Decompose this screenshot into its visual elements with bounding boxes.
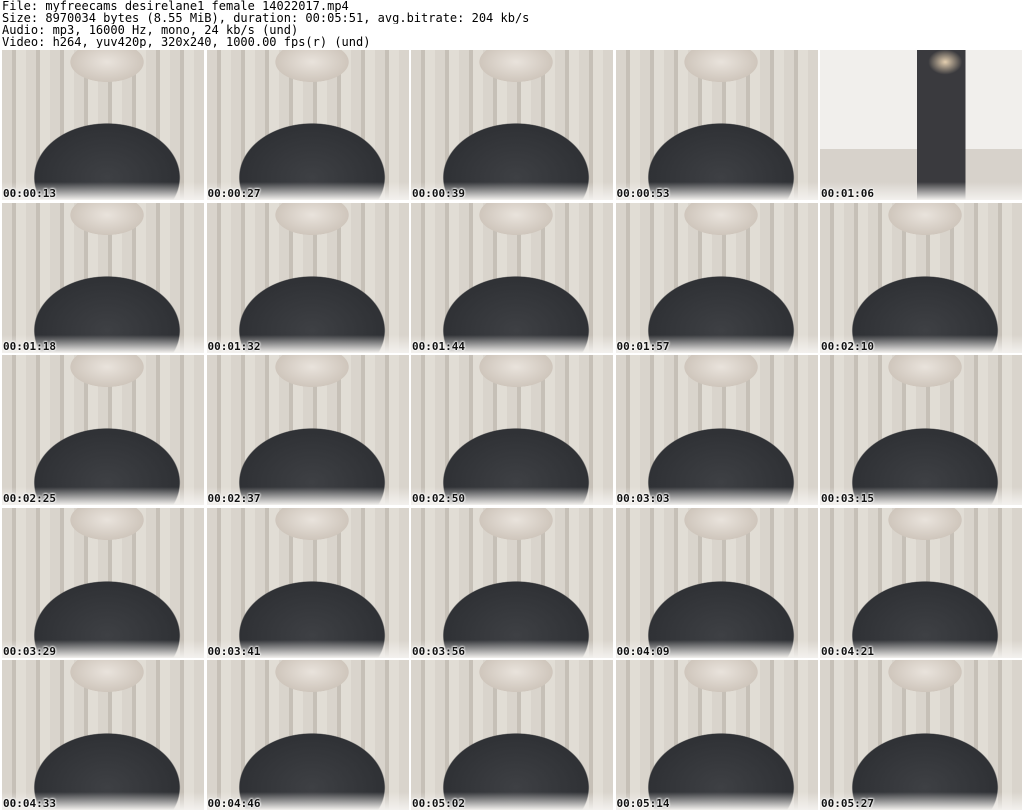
thumbnail-frame: 00:03:56 (411, 507, 613, 658)
thumbnail-grid: 00:00:13 00:00:27 00:00:39 00:00:53 00:0… (2, 50, 1022, 810)
thumbnail-frame: 00:03:03 (615, 355, 818, 505)
frame-timestamp: 00:00:27 (207, 187, 261, 200)
thumbnail-frame: 00:00:13 (2, 50, 204, 200)
frame-timestamp: 00:04:09 (616, 644, 670, 658)
frame-timestamp: 00:02:10 (821, 339, 874, 353)
frame-timestamp: 00:05:14 (616, 797, 670, 810)
thumbnail-frame: 00:02:50 (411, 355, 613, 505)
frame-timestamp: 00:02:37 (207, 492, 261, 505)
frame-timestamp: 00:01:44 (412, 339, 465, 353)
frame-timestamp: 00:01:06 (821, 187, 874, 200)
frame-timestamp: 00:05:02 (412, 797, 465, 810)
frame-timestamp: 00:04:33 (3, 797, 56, 810)
thumbnail-frame: 00:01:06 (820, 50, 1022, 200)
thumbnail-frame: 00:00:27 (206, 50, 409, 200)
frame-timestamp: 00:03:56 (412, 644, 465, 658)
thumbnail-frame: 00:05:14 (615, 660, 818, 810)
thumbnail-frame: 00:01:44 (411, 202, 613, 353)
thumbnail-frame: 00:01:32 (206, 202, 409, 353)
frame-timestamp: 00:04:21 (821, 644, 874, 658)
thumbnail-frame: 00:00:39 (411, 50, 613, 200)
thumbnail-frame: 00:04:46 (206, 660, 409, 810)
thumbnail-frame: 00:02:10 (820, 202, 1022, 353)
thumbnail-frame: 00:05:02 (411, 660, 613, 810)
thumbnail-frame: 00:04:21 (820, 507, 1022, 658)
audio-info-line: Audio: mp3, 16000 Hz, mono, 24 kb/s (und… (2, 24, 299, 36)
frame-timestamp: 00:02:50 (412, 492, 465, 505)
file-size-line: Size: 8970034 bytes (8.55 MiB), duration… (2, 12, 530, 24)
thumbnail-frame: 00:02:25 (2, 355, 204, 505)
frame-timestamp: 00:02:25 (3, 492, 56, 505)
frame-timestamp: 00:00:13 (3, 187, 56, 200)
thumbnail-frame: 00:01:57 (615, 202, 818, 353)
thumbnail-frame: 00:05:27 (820, 660, 1022, 810)
frame-timestamp: 00:05:27 (821, 797, 874, 810)
frame-timestamp: 00:03:41 (207, 644, 261, 658)
thumbnail-frame: 00:04:33 (2, 660, 204, 810)
frame-timestamp: 00:03:03 (616, 492, 670, 505)
frame-timestamp: 00:00:39 (412, 187, 465, 200)
frame-timestamp: 00:01:32 (207, 339, 261, 353)
thumbnail-frame: 00:02:37 (206, 355, 409, 505)
file-name-line: File: myfreecams_desirelane1_female_1402… (2, 0, 349, 12)
frame-timestamp: 00:03:15 (821, 492, 874, 505)
frame-timestamp: 00:00:53 (616, 187, 670, 200)
thumbnail-frame: 00:03:15 (820, 355, 1022, 505)
video-info-line: Video: h264, yuv420p, 320x240, 1000.00 f… (2, 36, 371, 48)
frame-timestamp: 00:01:18 (3, 339, 56, 353)
frame-timestamp: 00:03:29 (3, 644, 56, 658)
thumbnail-frame: 00:00:53 (615, 50, 818, 200)
thumbnail-frame: 00:04:09 (615, 507, 818, 658)
thumbnail-frame: 00:01:18 (2, 202, 204, 353)
thumbnail-frame: 00:03:29 (2, 507, 204, 658)
thumbnail-frame: 00:03:41 (206, 507, 409, 658)
frame-timestamp: 00:01:57 (616, 339, 670, 353)
file-info-header: File: myfreecams_desirelane1_female_1402… (2, 0, 1022, 48)
frame-timestamp: 00:04:46 (207, 797, 261, 810)
